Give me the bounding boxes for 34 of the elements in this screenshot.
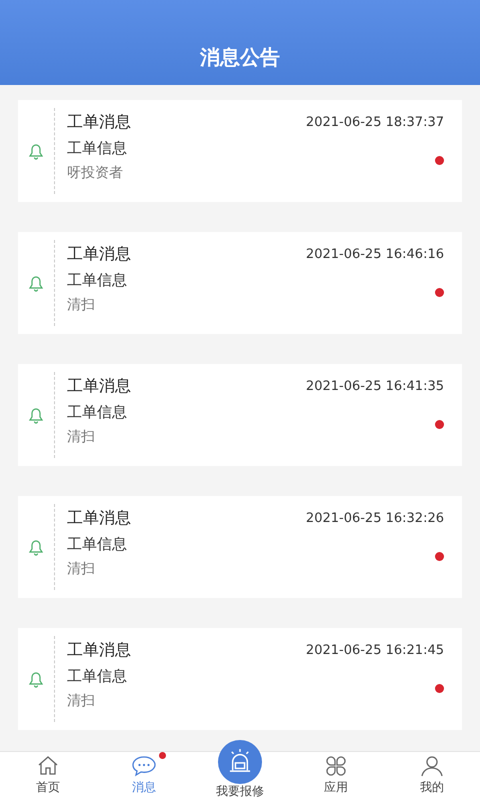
tab[interactable]: 我的 — [384, 752, 480, 800]
message-text: 呀投资者 — [67, 164, 124, 182]
message-title: 工单消息 — [67, 376, 131, 397]
message-title: 工单消息 — [67, 112, 131, 133]
message-subtitle: 工单信息 — [67, 403, 127, 422]
tab[interactable]: 首页 — [0, 752, 96, 800]
message-title: 工单消息 — [67, 640, 131, 661]
tab[interactable]: 我要报修 — [192, 740, 288, 800]
message-card[interactable]: 工单消息 2021-06-25 18:37:37 工单信息 呀投资者 — [18, 100, 462, 202]
message-time: 2021-06-25 16:41:35 — [306, 379, 444, 394]
message-card[interactable]: 工单消息 2021-06-25 16:32:26 工单信息 清扫 — [18, 496, 462, 598]
apps-icon — [324, 754, 348, 778]
tab[interactable]: 应用 — [288, 752, 384, 800]
message-text: 清扫 — [67, 692, 96, 710]
message-time: 2021-06-25 16:46:16 — [306, 247, 444, 262]
message-title: 工单消息 — [67, 244, 131, 265]
message-card[interactable]: 工单消息 2021-06-25 16:21:45 工单信息 清扫 — [18, 628, 462, 730]
message-subtitle: 工单信息 — [67, 139, 127, 158]
message-text: 清扫 — [67, 560, 96, 578]
tab[interactable]: 消息 — [96, 752, 192, 800]
message-title: 工单消息 — [67, 508, 131, 529]
page-title: 消息公告 — [200, 44, 280, 71]
user-icon — [420, 754, 444, 778]
chat-icon — [131, 754, 157, 778]
message-subtitle: 工单信息 — [67, 535, 127, 554]
message-time: 2021-06-25 16:32:26 — [306, 511, 444, 526]
message-text: 清扫 — [67, 296, 96, 314]
message-text: 清扫 — [67, 428, 96, 446]
message-time: 2021-06-25 16:21:45 — [306, 643, 444, 658]
message-card[interactable]: 工单消息 2021-06-25 16:41:35 工单信息 清扫 — [18, 364, 462, 466]
message-card[interactable]: 工单消息 2021-06-25 16:46:16 工单信息 清扫 — [18, 232, 462, 334]
message-subtitle: 工单信息 — [67, 271, 127, 290]
message-time: 2021-06-25 18:37:37 — [306, 115, 444, 130]
message-subtitle: 工单信息 — [67, 667, 127, 686]
